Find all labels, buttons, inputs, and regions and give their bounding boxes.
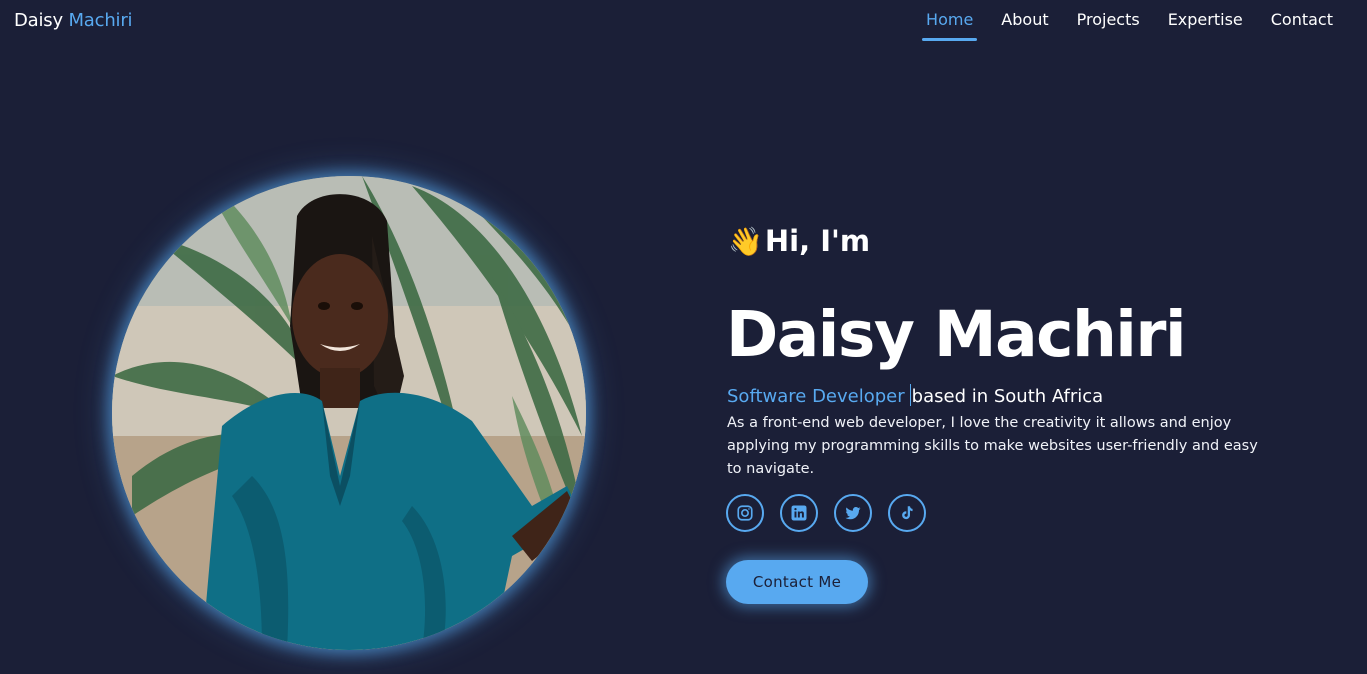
linkedin-link[interactable]: [780, 494, 818, 532]
nav-links: Home About Projects Expertise Contact: [912, 10, 1347, 41]
nav-item-about[interactable]: About: [987, 10, 1062, 41]
nav-item-projects[interactable]: Projects: [1063, 10, 1154, 41]
linkedin-icon: [791, 505, 807, 521]
brand-first: Daisy: [14, 10, 63, 31]
role-location-text: based in South Africa: [911, 386, 1104, 407]
page: Daisy Machiri Home About Projects Expert…: [0, 0, 1367, 674]
tiktok-icon: [902, 506, 913, 520]
tiktok-link[interactable]: [888, 494, 926, 532]
hero-role: Software Developer based in South Africa: [727, 384, 1103, 407]
role-typed-text: Software Developer: [727, 386, 905, 407]
instagram-link[interactable]: [726, 494, 764, 532]
greeting: 👋 Hi, I'm: [728, 224, 870, 258]
contact-me-button[interactable]: Contact Me: [726, 560, 868, 604]
profile-photo-illustration: [112, 176, 586, 650]
nav-item-home[interactable]: Home: [912, 10, 987, 41]
twitter-icon: [845, 507, 861, 520]
twitter-link[interactable]: [834, 494, 872, 532]
top-nav: Daisy Machiri Home About Projects Expert…: [0, 0, 1367, 44]
greeting-text: Hi, I'm: [764, 224, 871, 258]
brand-last: Machiri: [68, 10, 133, 31]
profile-photo: [112, 176, 586, 650]
nav-item-expertise[interactable]: Expertise: [1154, 10, 1257, 41]
hero-bio: As a front-end web developer, I love the…: [727, 415, 1258, 477]
wave-emoji-icon: 👋: [728, 224, 763, 258]
brand-logo[interactable]: Daisy Machiri: [14, 10, 133, 31]
instagram-icon: [737, 505, 753, 521]
typing-cursor: [909, 384, 911, 406]
social-links: [726, 494, 926, 532]
hero-name: Daisy Machiri: [726, 298, 1187, 371]
nav-item-contact[interactable]: Contact: [1257, 10, 1347, 41]
